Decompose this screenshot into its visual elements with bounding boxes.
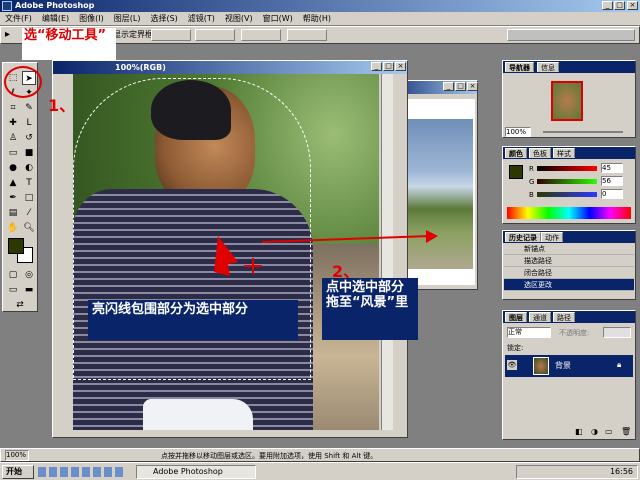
step2-annotation-box: 点中选中部分拖至“风景”里	[322, 278, 418, 340]
step2-text: 点中选中部分拖至“风景”里	[326, 280, 409, 310]
selection-text: 亮闪线包围部分为选中部分	[92, 302, 249, 317]
selection-annotation-box: 亮闪线包围部分为选中部分	[88, 300, 298, 340]
drag-arrow-icon	[214, 230, 438, 276]
